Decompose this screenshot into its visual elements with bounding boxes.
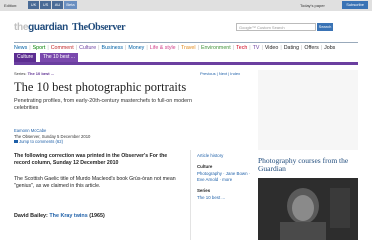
nav-item[interactable]: Culture bbox=[79, 45, 96, 51]
nav-item[interactable]: Business bbox=[102, 45, 124, 51]
nav-separator: | bbox=[29, 45, 31, 51]
series-link[interactable]: The 10 best ... bbox=[28, 71, 54, 76]
nav-item[interactable]: Money bbox=[128, 45, 144, 51]
nav-item[interactable]: Comment bbox=[51, 45, 74, 51]
edition-uk[interactable]: UK bbox=[28, 1, 39, 9]
edition-beta[interactable]: Beta bbox=[64, 1, 77, 9]
top-bar: Edition: UK US AU Beta Today's paper Sub… bbox=[0, 0, 372, 11]
todays-paper-link[interactable]: Today's paper bbox=[300, 3, 325, 8]
comments-link[interactable]: Jump to comments (62) bbox=[14, 139, 90, 145]
section-nav: Culture The 10 best ... bbox=[14, 53, 358, 62]
nav-separator: | bbox=[177, 45, 180, 51]
promo-photo[interactable] bbox=[258, 178, 358, 240]
nav-item[interactable]: Travel bbox=[181, 45, 196, 51]
masthead-logo[interactable]: theguardian TheObserver bbox=[14, 22, 126, 33]
kray-twins-link[interactable]: The Kray twins bbox=[49, 213, 87, 219]
page-title: The 10 best photographic portraits bbox=[14, 80, 187, 94]
correction-note: The following correction was printed in … bbox=[14, 153, 168, 166]
nav-item[interactable]: Video bbox=[265, 45, 278, 51]
sidebar-series-link[interactable]: The 10 best ... bbox=[197, 195, 225, 201]
nav-item[interactable]: News bbox=[14, 45, 27, 51]
photo-image bbox=[258, 178, 358, 240]
search-input[interactable]: Google™ Custom Search bbox=[236, 23, 316, 31]
nav-separator: | bbox=[261, 45, 263, 51]
list-item: David Bailey: The Kray twins (1965) bbox=[14, 213, 105, 219]
pager-links[interactable]: Previous | Next | Index bbox=[200, 71, 240, 76]
edition-label: Edition: bbox=[4, 3, 18, 8]
section-strip bbox=[14, 62, 358, 65]
divider bbox=[190, 150, 191, 240]
tab-10-best[interactable]: The 10 best ... bbox=[40, 53, 78, 62]
tab-culture[interactable]: Culture bbox=[14, 53, 37, 62]
sidebar-culture: Culture bbox=[197, 164, 213, 169]
nav-separator: | bbox=[98, 45, 100, 51]
nav-separator: | bbox=[232, 45, 235, 51]
byline: Eamonn McCabe The Observer, Sunday 5 Dec… bbox=[14, 128, 90, 145]
nav-item[interactable]: Jobs bbox=[324, 45, 335, 51]
ad-slot bbox=[258, 70, 358, 150]
edition-au[interactable]: AU bbox=[52, 1, 63, 9]
article-history-link[interactable]: Article history bbox=[197, 153, 223, 159]
nav-item[interactable]: Tech bbox=[236, 45, 247, 51]
nav-item[interactable]: Environment bbox=[201, 45, 231, 51]
sidebar-photography-links[interactable]: Photography · Jane Bown · Eve Arnold · m… bbox=[197, 171, 253, 183]
promo-heading[interactable]: Photography courses from the Guardian bbox=[258, 156, 358, 173]
comment-icon bbox=[14, 140, 18, 143]
nav-item[interactable]: Sport bbox=[33, 45, 46, 51]
article-body: The Scottish Gaelic title of Murdo Macle… bbox=[14, 176, 176, 189]
nav-separator: | bbox=[301, 45, 303, 51]
edition-us[interactable]: US bbox=[40, 1, 51, 9]
nav-separator: | bbox=[249, 45, 251, 51]
standfirst: Penetrating profiles, from early-20th-ce… bbox=[14, 98, 192, 111]
sidebar-series: Series bbox=[197, 188, 211, 193]
nav-separator: | bbox=[320, 45, 323, 51]
search-button[interactable]: Search bbox=[317, 23, 333, 31]
subscribe-button[interactable]: Subscribe bbox=[342, 1, 368, 9]
nav-separator: | bbox=[146, 45, 148, 51]
series-line: Series: The 10 best ... bbox=[14, 71, 55, 76]
nav-item[interactable]: Dating bbox=[284, 45, 299, 51]
nav-item[interactable]: Life & style bbox=[150, 45, 176, 51]
nav-separator: | bbox=[75, 45, 78, 51]
nav-separator: | bbox=[47, 45, 49, 51]
nav-item[interactable]: TV bbox=[253, 45, 260, 51]
nav-separator: | bbox=[197, 45, 199, 51]
nav-separator: | bbox=[125, 45, 127, 51]
nav-item[interactable]: Offers bbox=[304, 45, 318, 51]
nav-separator: | bbox=[280, 45, 282, 51]
